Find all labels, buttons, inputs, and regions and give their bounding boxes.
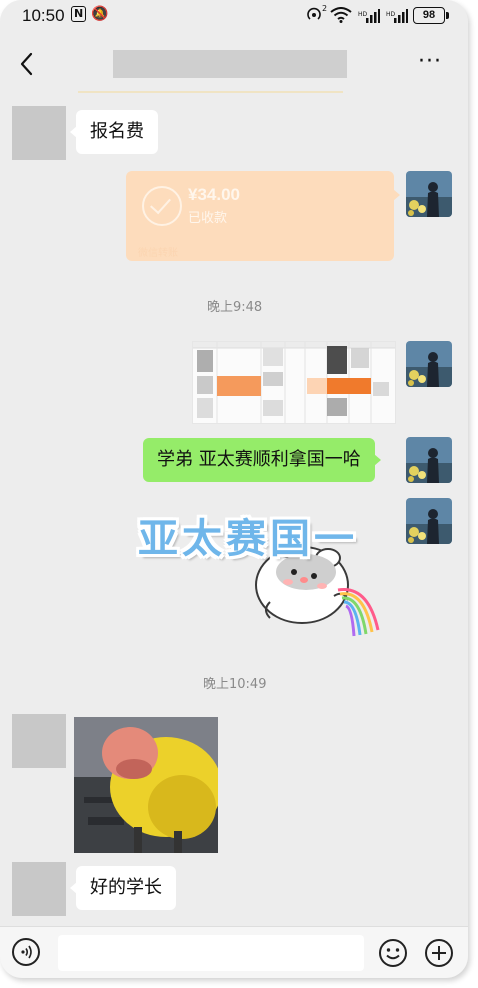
nfc-icon: N	[71, 6, 87, 22]
plus-icon	[425, 939, 453, 967]
mute-icon: 🔕	[91, 6, 109, 22]
signal-icon: HD	[358, 8, 380, 27]
timestamp: 晚上10:49	[203, 677, 267, 692]
transfer-card[interactable]: ¥34.00 已收款 微信转账	[126, 171, 400, 261]
emoji-icon	[379, 939, 407, 967]
transfer-label: 微信转账	[138, 248, 178, 259]
chat-screen: 10:50 N 🔕 2 HD HD 98 ··· 报名费 ¥34.00 已收款 …	[0, 0, 468, 978]
check-circle-icon	[142, 186, 182, 226]
message-bubble[interactable]: 报名费	[70, 110, 158, 154]
svg-text:HD: HD	[386, 11, 396, 18]
status-time: 10:50	[22, 6, 65, 25]
transfer-amount: ¥34.00	[188, 185, 240, 204]
plus-button[interactable]	[424, 938, 454, 968]
contact-avatar[interactable]	[12, 862, 66, 916]
input-bar	[0, 926, 468, 978]
my-avatar[interactable]	[406, 171, 452, 217]
sticker-text: 亚太赛国一	[138, 516, 358, 562]
signal-icon-2: HD	[386, 8, 408, 27]
chevron-left-icon	[20, 52, 33, 76]
message-input[interactable]	[58, 935, 364, 971]
back-button[interactable]	[16, 50, 40, 78]
status-bar: 10:50 N 🔕 2 HD HD 98	[0, 0, 468, 34]
more-button[interactable]: ···	[418, 51, 442, 73]
header-divider	[78, 91, 343, 93]
sticker-message[interactable]: 亚太赛国一	[138, 490, 398, 640]
chat-header: ···	[0, 34, 468, 94]
my-avatar[interactable]	[406, 437, 452, 483]
chat-title-redacted	[113, 50, 347, 78]
contact-avatar[interactable]	[12, 106, 66, 160]
hotspot-count: 2	[322, 4, 328, 13]
emoji-button[interactable]	[378, 938, 408, 968]
hotspot-icon: 2	[306, 4, 328, 26]
my-avatar[interactable]	[406, 341, 452, 387]
voice-button[interactable]	[12, 938, 40, 966]
voice-icon	[21, 945, 32, 959]
message-bubble[interactable]: 好的学长	[70, 866, 176, 910]
transfer-status: 已收款	[188, 211, 228, 226]
svg-text:HD: HD	[358, 11, 368, 18]
battery-indicator: 98	[413, 7, 449, 24]
my-avatar[interactable]	[406, 498, 452, 544]
timestamp: 晚上9:48	[207, 300, 263, 315]
image-message[interactable]	[74, 717, 218, 853]
contact-avatar[interactable]	[12, 714, 66, 768]
shared-table-image[interactable]	[192, 341, 396, 424]
wifi-icon	[330, 7, 352, 27]
message-bubble-sent[interactable]: 学弟 亚太赛顺利拿国一哈	[143, 438, 381, 482]
